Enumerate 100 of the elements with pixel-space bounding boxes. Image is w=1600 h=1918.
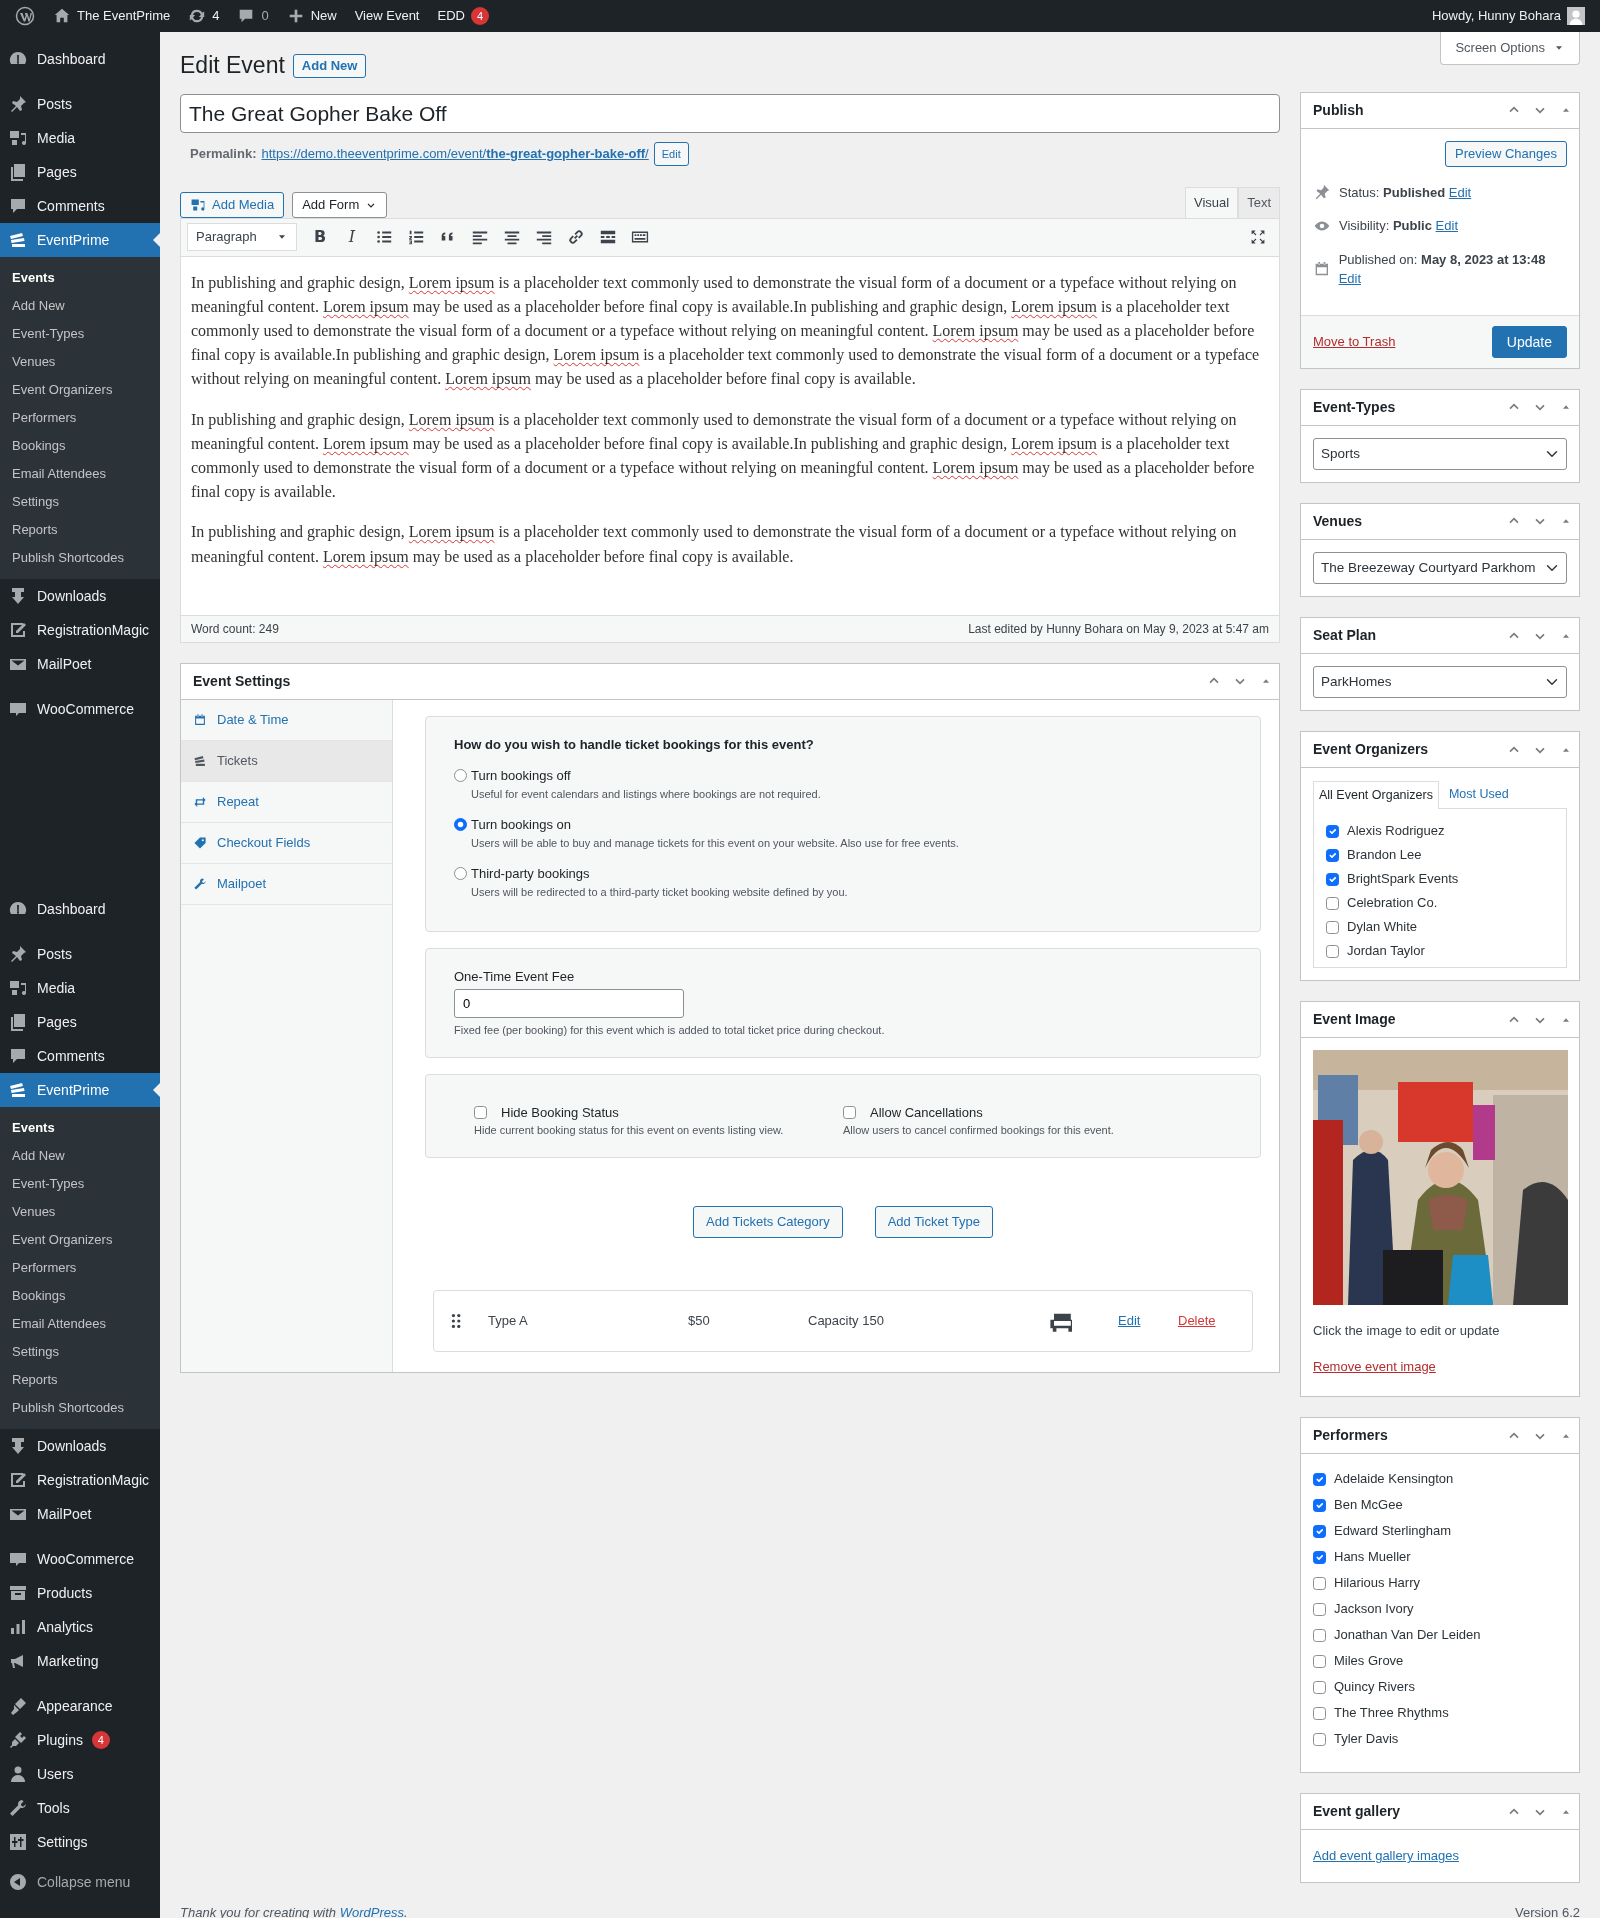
submenu-item[interactable]: Events xyxy=(0,264,160,292)
submenu-item[interactable]: Event Organizers xyxy=(0,1226,160,1254)
checkbox[interactable] xyxy=(1313,1602,1326,1616)
checkbox[interactable] xyxy=(1313,1628,1326,1642)
permalink-link[interactable]: https://demo.theeventprime.com/event/the-great-gopher-bake-off/ xyxy=(261,144,649,164)
list-tab[interactable]: Most Used xyxy=(1442,780,1515,809)
checkbox[interactable] xyxy=(474,1106,487,1120)
menu-item[interactable]: Comments xyxy=(0,189,160,223)
submenu-item[interactable]: Performers xyxy=(0,1254,160,1282)
radio-button[interactable] xyxy=(454,769,467,783)
menu-item[interactable]: Pages xyxy=(0,155,160,189)
admin-bar-link[interactable]: 4 xyxy=(179,0,229,32)
menu-item[interactable]: RegistrationMagic xyxy=(0,1463,160,1497)
menu-item[interactable]: RegistrationMagic xyxy=(0,613,160,647)
menu-item[interactable]: Products xyxy=(0,1576,160,1610)
submenu-item[interactable]: Email Attendees xyxy=(0,1310,160,1338)
menu-item[interactable]: Dashboard xyxy=(0,42,160,76)
checkbox[interactable] xyxy=(843,1106,856,1120)
submenu-item[interactable]: Email Attendees xyxy=(0,460,160,488)
menu-item[interactable]: Posts xyxy=(0,87,160,121)
collapse-menu-button[interactable]: Collapse menu xyxy=(0,1865,160,1899)
update-button[interactable]: Update xyxy=(1491,325,1567,358)
edit-link[interactable]: Edit xyxy=(1118,1311,1178,1331)
menu-item[interactable]: MailPoet xyxy=(0,1497,160,1531)
submenu-item[interactable]: Bookings xyxy=(0,1282,160,1310)
submenu-item[interactable]: Settings xyxy=(0,1338,160,1366)
checkbox[interactable] xyxy=(1326,848,1339,862)
submenu-item[interactable]: Reports xyxy=(0,1366,160,1394)
menu-item[interactable]: MailPoet xyxy=(0,647,160,681)
submenu-item[interactable]: Add New xyxy=(0,292,160,320)
menu-item[interactable]: Tools xyxy=(0,1791,160,1825)
checkbox[interactable] xyxy=(1313,1472,1326,1486)
submenu-item[interactable]: Publish Shortcodes xyxy=(0,1394,160,1422)
preview-button[interactable]: Preview Changes xyxy=(1445,140,1567,167)
menu-item[interactable]: WooCommerce xyxy=(0,1542,160,1576)
menu-item[interactable]: Pages xyxy=(0,1005,160,1039)
select-field[interactable]: Sports xyxy=(1313,437,1567,470)
admin-bar-link[interactable]: 0 xyxy=(228,0,278,32)
menu-item[interactable]: Dashboard xyxy=(0,892,160,926)
menu-item[interactable]: Media xyxy=(0,971,160,1005)
add-form-button[interactable]: Add Form xyxy=(292,191,388,218)
submenu-item[interactable]: Event-Types xyxy=(0,320,160,348)
menu-item[interactable]: EventPrime xyxy=(0,1073,160,1107)
submenu-item[interactable]: Venues xyxy=(0,1198,160,1226)
add-gallery-images-link[interactable]: Add event gallery images xyxy=(1313,1848,1459,1864)
submenu-item[interactable]: Settings xyxy=(0,488,160,516)
settings-tab[interactable]: Repeat xyxy=(181,781,392,823)
checkbox[interactable] xyxy=(1326,944,1339,958)
checkbox[interactable] xyxy=(1326,872,1339,886)
menu-item[interactable]: WooCommerce xyxy=(0,692,160,726)
settings-tab[interactable]: Checkout Fields xyxy=(181,822,392,864)
select-field[interactable]: ParkHomes xyxy=(1313,666,1567,699)
checkbox[interactable] xyxy=(1313,1524,1326,1538)
settings-tab[interactable]: Tickets xyxy=(181,740,392,782)
checkbox[interactable] xyxy=(1313,1576,1326,1590)
submenu-item[interactable]: Events xyxy=(0,1114,160,1142)
checkbox[interactable] xyxy=(1313,1550,1326,1564)
menu-item[interactable]: Media xyxy=(0,121,160,155)
edit-button[interactable]: Edit xyxy=(653,142,689,167)
menu-item[interactable]: Downloads xyxy=(0,1429,160,1463)
admin-bar-link[interactable]: EDD 4 xyxy=(428,0,498,32)
select-field[interactable]: The Breezeway Courtyard Parkhom xyxy=(1313,551,1567,585)
submenu-item[interactable]: Bookings xyxy=(0,432,160,460)
remove-image-link[interactable]: Remove event image xyxy=(1313,1356,1436,1377)
account-link[interactable]: Howdy, Hunny Bohara xyxy=(1422,0,1594,32)
menu-item[interactable]: Posts xyxy=(0,937,160,971)
add-new-button[interactable]: Add New xyxy=(292,53,367,78)
submenu-item[interactable]: Venues xyxy=(0,348,160,376)
menu-item[interactable]: Downloads xyxy=(0,579,160,613)
title-field[interactable]: The Great Gopher Bake Off xyxy=(180,93,1280,134)
action-button[interactable]: Add Tickets Category xyxy=(693,1205,843,1238)
edit-link[interactable]: Edit xyxy=(1435,218,1458,234)
submenu-item[interactable]: Event Organizers xyxy=(0,376,160,404)
menu-item[interactable]: EventPrime xyxy=(0,223,160,257)
menu-item[interactable]: Users xyxy=(0,1757,160,1791)
settings-tab[interactable]: Date & Time xyxy=(181,699,392,741)
list-tab[interactable]: All Event Organizers xyxy=(1313,781,1439,810)
submenu-item[interactable]: Performers xyxy=(0,404,160,432)
menu-item[interactable]: Appearance xyxy=(0,1689,160,1723)
checkbox[interactable] xyxy=(1326,824,1339,838)
checkbox[interactable] xyxy=(1313,1732,1326,1746)
editor-tab[interactable]: Text xyxy=(1238,187,1280,218)
screen-options-button[interactable]: Screen Options xyxy=(1440,32,1580,65)
submenu-item[interactable]: Publish Shortcodes xyxy=(0,544,160,572)
italic-button[interactable]: I xyxy=(337,223,367,252)
submenu-item[interactable]: Reports xyxy=(0,516,160,544)
edit-link[interactable]: Edit xyxy=(1338,271,1362,287)
settings-tab[interactable]: Mailpoet xyxy=(181,863,392,905)
menu-item[interactable]: Settings xyxy=(0,1825,160,1859)
editor-tab[interactable]: Visual xyxy=(1184,187,1239,218)
menu-item[interactable]: Analytics xyxy=(0,1610,160,1644)
action-button[interactable]: Add Ticket Type xyxy=(874,1205,993,1238)
bold-button[interactable]: B xyxy=(305,223,335,252)
move-to-trash-link[interactable]: Move to Trash xyxy=(1313,331,1396,352)
delete-link[interactable]: Delete xyxy=(1178,1311,1238,1331)
checkbox[interactable] xyxy=(1313,1654,1326,1668)
checkbox[interactable] xyxy=(1326,896,1339,910)
admin-bar-link[interactable]: View Event xyxy=(345,0,429,32)
admin-bar-link[interactable]: The EventPrime xyxy=(44,0,180,32)
add-media-button[interactable]: Add Media xyxy=(180,191,285,218)
